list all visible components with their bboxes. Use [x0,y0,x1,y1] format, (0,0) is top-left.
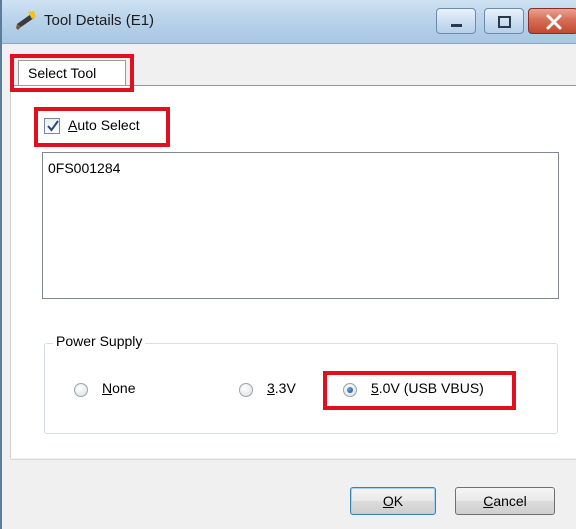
title-bar[interactable]: Tool Details (E1) [2,0,576,44]
radio-circle[interactable] [239,383,253,397]
minimize-button[interactable] [436,8,476,34]
radio-selected-dot [347,387,353,393]
ok-button-label: OK [382,493,404,509]
close-button[interactable] [528,8,576,34]
radio-circle[interactable] [74,383,88,397]
radio-5-0v-label: 5.0V (USB VBUS) [371,380,484,396]
tool-details-window: Tool Details (E1) Select Tool Auto Selec… [0,0,576,529]
radio-none-label: None [102,380,136,396]
cancel-button-label: Cancel [483,493,527,509]
tab-select-tool-label: Select Tool [28,65,97,81]
tab-select-tool[interactable]: Select Tool [18,60,126,86]
tool-list[interactable]: 0FS001284 [42,152,559,299]
tab-strip: Select Tool [2,44,576,86]
cancel-button[interactable]: Cancel [455,487,555,515]
radio-circle[interactable] [343,383,357,397]
divider [10,459,576,460]
radio-3-3v-label: 3.3V [267,380,296,396]
app-icon [16,11,36,30]
close-icon [546,14,562,30]
maximize-icon [498,16,511,28]
ok-button[interactable]: OK [350,487,436,515]
checkbox-box[interactable] [44,118,60,134]
checkmark-icon [47,120,59,132]
list-item[interactable]: 0FS001284 [48,160,120,176]
power-supply-title: Power Supply [53,333,146,349]
auto-select-label: Auto Select [68,117,140,133]
minimize-icon [451,24,462,27]
maximize-button[interactable] [484,8,524,34]
window-title: Tool Details (E1) [44,12,155,29]
